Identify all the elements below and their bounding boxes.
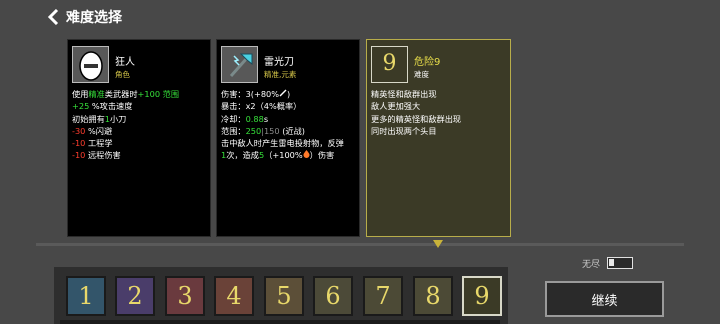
stat-line: 初始拥有1小刀	[72, 113, 127, 124]
stat-line: 击中敌人时产生雷电投射物，反弹	[221, 138, 344, 149]
weapon-name: 雷光刀	[264, 57, 294, 68]
character-type: 角色	[115, 70, 130, 79]
divider	[36, 243, 684, 246]
difficulty-button-7[interactable]: 7	[363, 276, 403, 316]
stat-line: 伤害：3(+80%)	[221, 89, 291, 99]
stat-line: -10 工程学	[72, 138, 113, 149]
difficulty-button-3[interactable]: 3	[165, 276, 205, 316]
lightning-axe-icon	[221, 46, 258, 83]
difficulty-portrait: 9	[371, 46, 408, 83]
scrollbar[interactable]	[60, 320, 500, 324]
character-card-head: 狂人 角色	[72, 46, 206, 83]
character-name: 狂人	[115, 57, 135, 68]
difficulty-card-head: 9 危险9 难度	[371, 46, 506, 83]
fire-icon	[303, 150, 310, 160]
stat-line: -10 远程伤害	[72, 150, 121, 161]
difficulty-button-6[interactable]: 6	[313, 276, 353, 316]
difficulty-button-2[interactable]: 2	[115, 276, 155, 316]
difficulty-desc-line: 敌人更加强大	[371, 101, 421, 112]
difficulty-button-8[interactable]: 8	[413, 276, 453, 316]
weapon-type: 精准,元素	[264, 70, 297, 79]
difficulty-desc-line: 同时出现两个头目	[371, 125, 437, 136]
difficulty-card: 9 危险9 难度 精英怪和敌群出现 敌人更加强大 更多的精英怪和敌群出现 同时出…	[366, 39, 511, 237]
stat-line: 1次，造成5（+100% ）伤害	[221, 150, 335, 161]
stat-line: 冷却：0.88s	[221, 113, 269, 124]
selection-marker-icon	[433, 240, 443, 248]
difficulty-desc-line: 精英怪和敌群出现	[371, 89, 437, 99]
difficulty-button-1[interactable]: 1	[66, 276, 106, 316]
toggle-knob	[609, 259, 614, 266]
difficulty-name: 危险9	[414, 57, 441, 68]
weapon-card: 雷光刀 精准,元素 伤害：3(+80%) 暴击：x2（4%概率） 冷却：0.88…	[216, 39, 360, 237]
endless-toggle[interactable]	[607, 257, 633, 269]
stat-line: 暴击：x2（4%概率）	[221, 101, 302, 112]
character-card: 狂人 角色 使用精准类武器时+100 范围 +25 %攻击速度 初始拥有1小刀 …	[67, 39, 211, 237]
back-chevron-left-icon[interactable]	[46, 8, 60, 26]
difficulty-button-4[interactable]: 4	[214, 276, 254, 316]
difficulty-button-9[interactable]: 9	[462, 276, 502, 316]
difficulty-button-5[interactable]: 5	[264, 276, 304, 316]
header: 难度选择	[46, 6, 122, 28]
stat-line: -30 %闪避	[72, 125, 113, 136]
stat-line: +25 %攻击速度	[72, 101, 133, 112]
sword-icon	[279, 89, 287, 99]
page-title: 难度选择	[66, 10, 122, 26]
difficulty-type: 难度	[414, 70, 429, 79]
stat-line: 范围：250|150 (近战)	[221, 125, 305, 136]
endless-label: 无尽	[582, 260, 601, 270]
egg-portrait-icon	[72, 46, 109, 83]
continue-button[interactable]: 继续	[545, 281, 664, 317]
difficulty-desc-line: 更多的精英怪和敌群出现	[371, 113, 462, 124]
stat-line: 使用精准类武器时+100 范围	[72, 89, 180, 99]
weapon-card-head: 雷光刀 精准,元素	[221, 46, 355, 83]
